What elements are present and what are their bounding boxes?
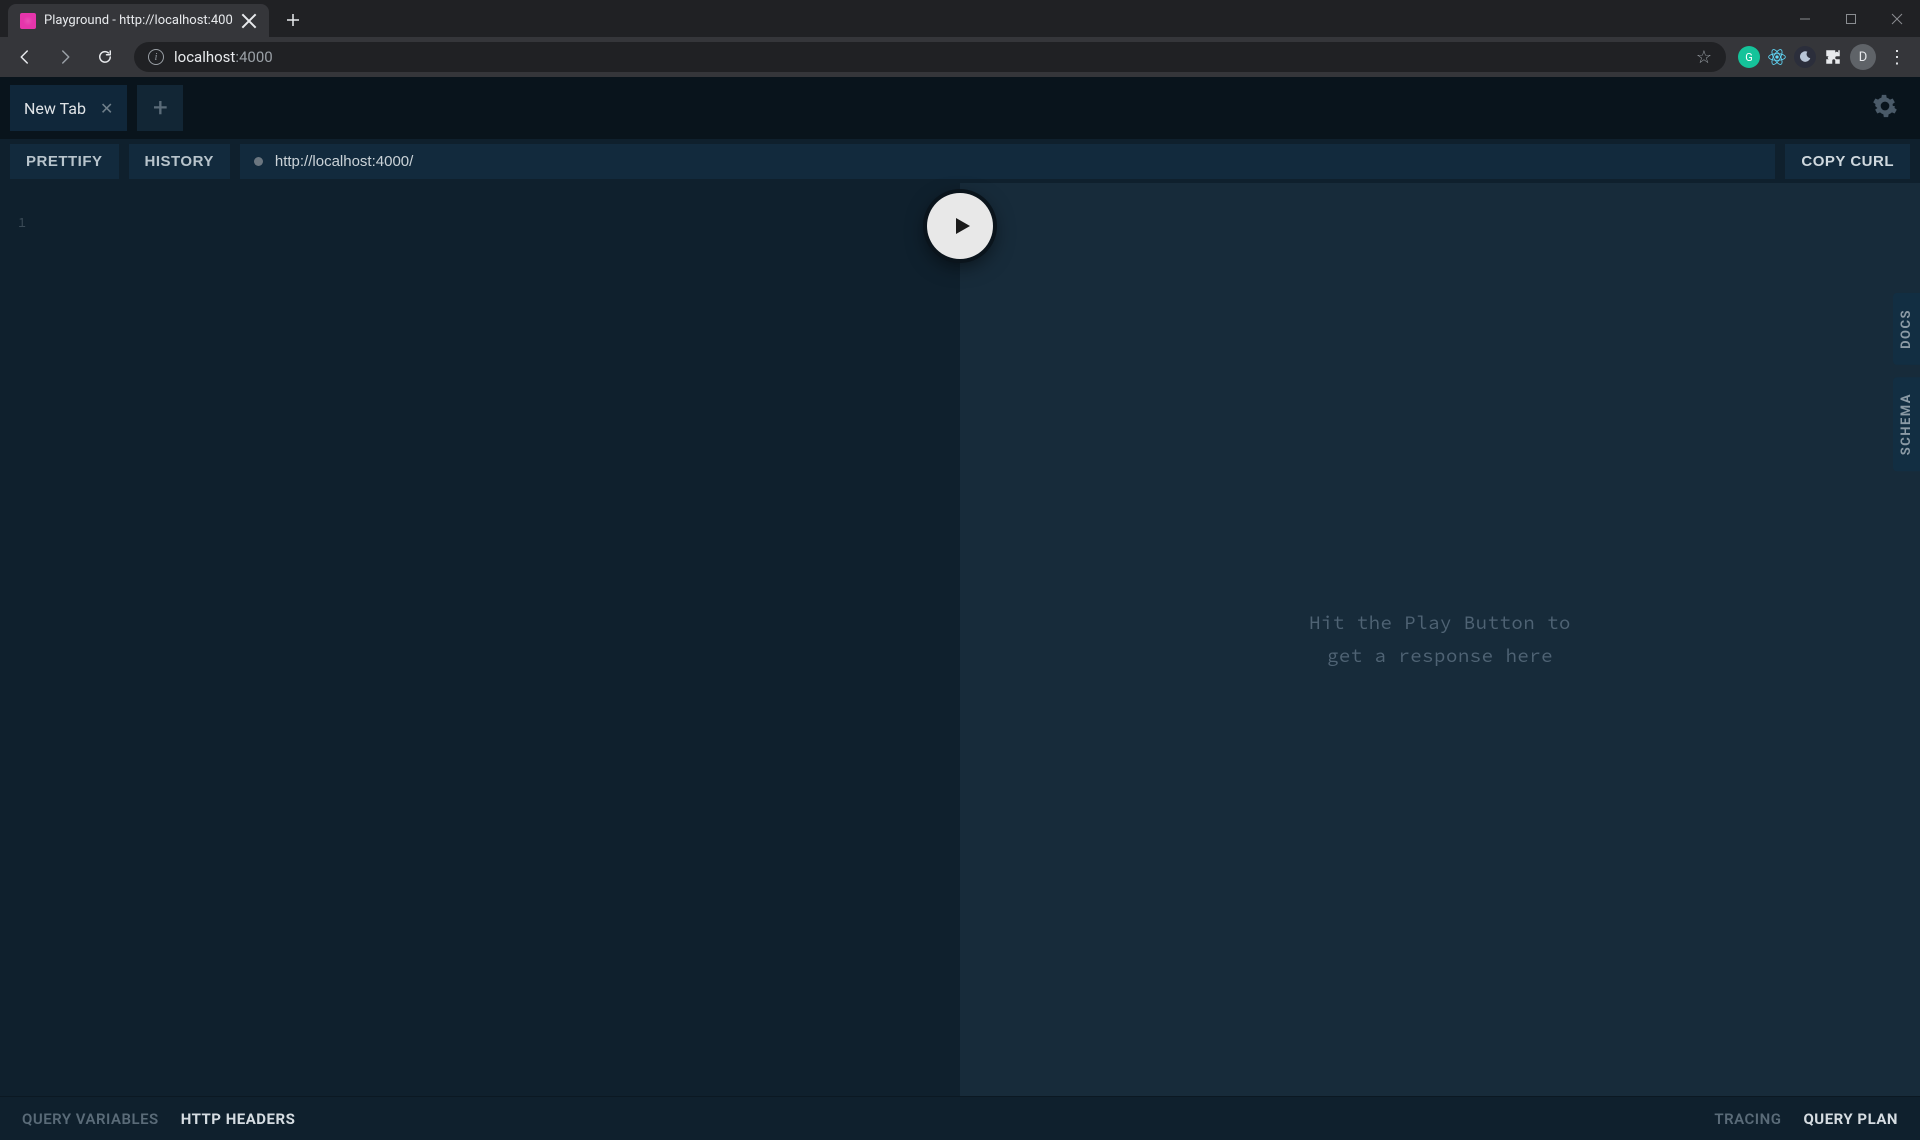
tracing-tab[interactable]: TRACING bbox=[1714, 1110, 1781, 1128]
gear-icon bbox=[1872, 93, 1898, 119]
endpoint-status-dot-icon bbox=[254, 157, 263, 166]
window-controls bbox=[1782, 0, 1920, 37]
window-close-button[interactable] bbox=[1874, 4, 1920, 34]
docs-tab[interactable]: DOCS bbox=[1893, 293, 1920, 365]
browser-new-tab-button[interactable] bbox=[279, 6, 307, 34]
close-icon bbox=[241, 13, 257, 29]
footer-right: TRACING QUERY PLAN bbox=[1714, 1110, 1898, 1128]
window-minimize-button[interactable] bbox=[1782, 4, 1828, 34]
execute-query-button[interactable] bbox=[927, 193, 993, 259]
url-host: localhost bbox=[174, 48, 235, 66]
browser-tab-title: Playground - http://localhost:400 bbox=[44, 13, 233, 28]
result-pane: Hit the Play Button to get a response he… bbox=[960, 183, 1920, 1096]
url-path: :4000 bbox=[235, 48, 272, 66]
extension-react-devtools-icon[interactable] bbox=[1766, 46, 1788, 68]
playground-footer: QUERY VARIABLES HTTP HEADERS TRACING QUE… bbox=[0, 1096, 1920, 1140]
playground-tabs-row: New Tab ✕ + bbox=[0, 77, 1920, 139]
side-tabs: DOCS SCHEMA bbox=[1893, 293, 1920, 471]
nav-reload-button[interactable] bbox=[88, 40, 122, 74]
plus-icon bbox=[286, 13, 300, 27]
close-icon bbox=[1891, 13, 1903, 25]
nav-back-button[interactable] bbox=[8, 40, 42, 74]
schema-tab[interactable]: SCHEMA bbox=[1893, 377, 1920, 471]
query-editor-pane: 1 bbox=[0, 183, 960, 1096]
copy-curl-button[interactable]: COPY CURL bbox=[1785, 144, 1910, 179]
extensions-button[interactable] bbox=[1822, 46, 1844, 68]
profile-avatar[interactable]: D bbox=[1850, 44, 1876, 70]
extension-grammarly-icon[interactable]: G bbox=[1738, 46, 1760, 68]
http-headers-tab[interactable]: HTTP HEADERS bbox=[181, 1110, 296, 1128]
endpoint-input[interactable] bbox=[275, 153, 1762, 170]
endpoint-input-wrapper bbox=[240, 144, 1776, 179]
arrow-right-icon bbox=[56, 48, 74, 66]
footer-left: QUERY VARIABLES HTTP HEADERS bbox=[22, 1110, 295, 1128]
playground-tab-label: New Tab bbox=[24, 99, 86, 118]
history-button[interactable]: HISTORY bbox=[129, 144, 230, 179]
minimize-icon bbox=[1799, 13, 1811, 25]
query-plan-tab[interactable]: QUERY PLAN bbox=[1803, 1110, 1898, 1128]
editor-gutter: 1 bbox=[0, 183, 44, 1096]
placeholder-line: get a response here bbox=[1309, 640, 1571, 672]
graphql-favicon-icon bbox=[20, 13, 36, 29]
playground-tab-close-button[interactable]: ✕ bbox=[100, 99, 113, 118]
query-editor[interactable] bbox=[44, 183, 960, 1096]
puzzle-icon bbox=[1824, 48, 1842, 66]
address-bar[interactable]: i localhost:4000 ☆ bbox=[134, 42, 1726, 72]
playground-add-tab-button[interactable]: + bbox=[137, 85, 183, 131]
query-variables-tab[interactable]: QUERY VARIABLES bbox=[22, 1110, 159, 1128]
graphql-playground: New Tab ✕ + PRETTIFY HISTORY COPY CURL 1 bbox=[0, 77, 1920, 1140]
prettify-button[interactable]: PRETTIFY bbox=[10, 144, 119, 179]
playground-tab[interactable]: New Tab ✕ bbox=[10, 85, 127, 131]
tab-close-button[interactable] bbox=[241, 13, 257, 29]
site-info-icon[interactable]: i bbox=[148, 49, 164, 65]
result-placeholder: Hit the Play Button to get a response he… bbox=[1309, 607, 1571, 672]
browser-tab-strip: Playground - http://localhost:400 bbox=[0, 0, 1920, 37]
moon-icon bbox=[1798, 50, 1812, 64]
line-number: 1 bbox=[0, 213, 44, 231]
bookmark-star-icon[interactable]: ☆ bbox=[1696, 47, 1712, 68]
arrow-left-icon bbox=[16, 48, 34, 66]
nav-forward-button[interactable] bbox=[48, 40, 82, 74]
maximize-icon bbox=[1845, 13, 1857, 25]
browser-toolbar: i localhost:4000 ☆ G D ⋮ bbox=[0, 37, 1920, 77]
react-icon bbox=[1767, 47, 1787, 67]
browser-tab[interactable]: Playground - http://localhost:400 bbox=[8, 4, 269, 37]
extension-dark-icon[interactable] bbox=[1794, 46, 1816, 68]
playground-main: 1 Hit the Play Button to get a response … bbox=[0, 183, 1920, 1096]
reload-icon bbox=[96, 48, 114, 66]
url-text: localhost:4000 bbox=[174, 48, 273, 66]
browser-menu-button[interactable]: ⋮ bbox=[1882, 47, 1912, 68]
playground-toolbar: PRETTIFY HISTORY COPY CURL bbox=[0, 139, 1920, 183]
plus-icon: + bbox=[153, 93, 168, 123]
play-icon bbox=[950, 214, 974, 238]
omnibox-actions: ☆ bbox=[1696, 47, 1712, 68]
placeholder-line: Hit the Play Button to bbox=[1309, 607, 1571, 639]
playground-settings-button[interactable] bbox=[1872, 93, 1898, 123]
window-maximize-button[interactable] bbox=[1828, 4, 1874, 34]
